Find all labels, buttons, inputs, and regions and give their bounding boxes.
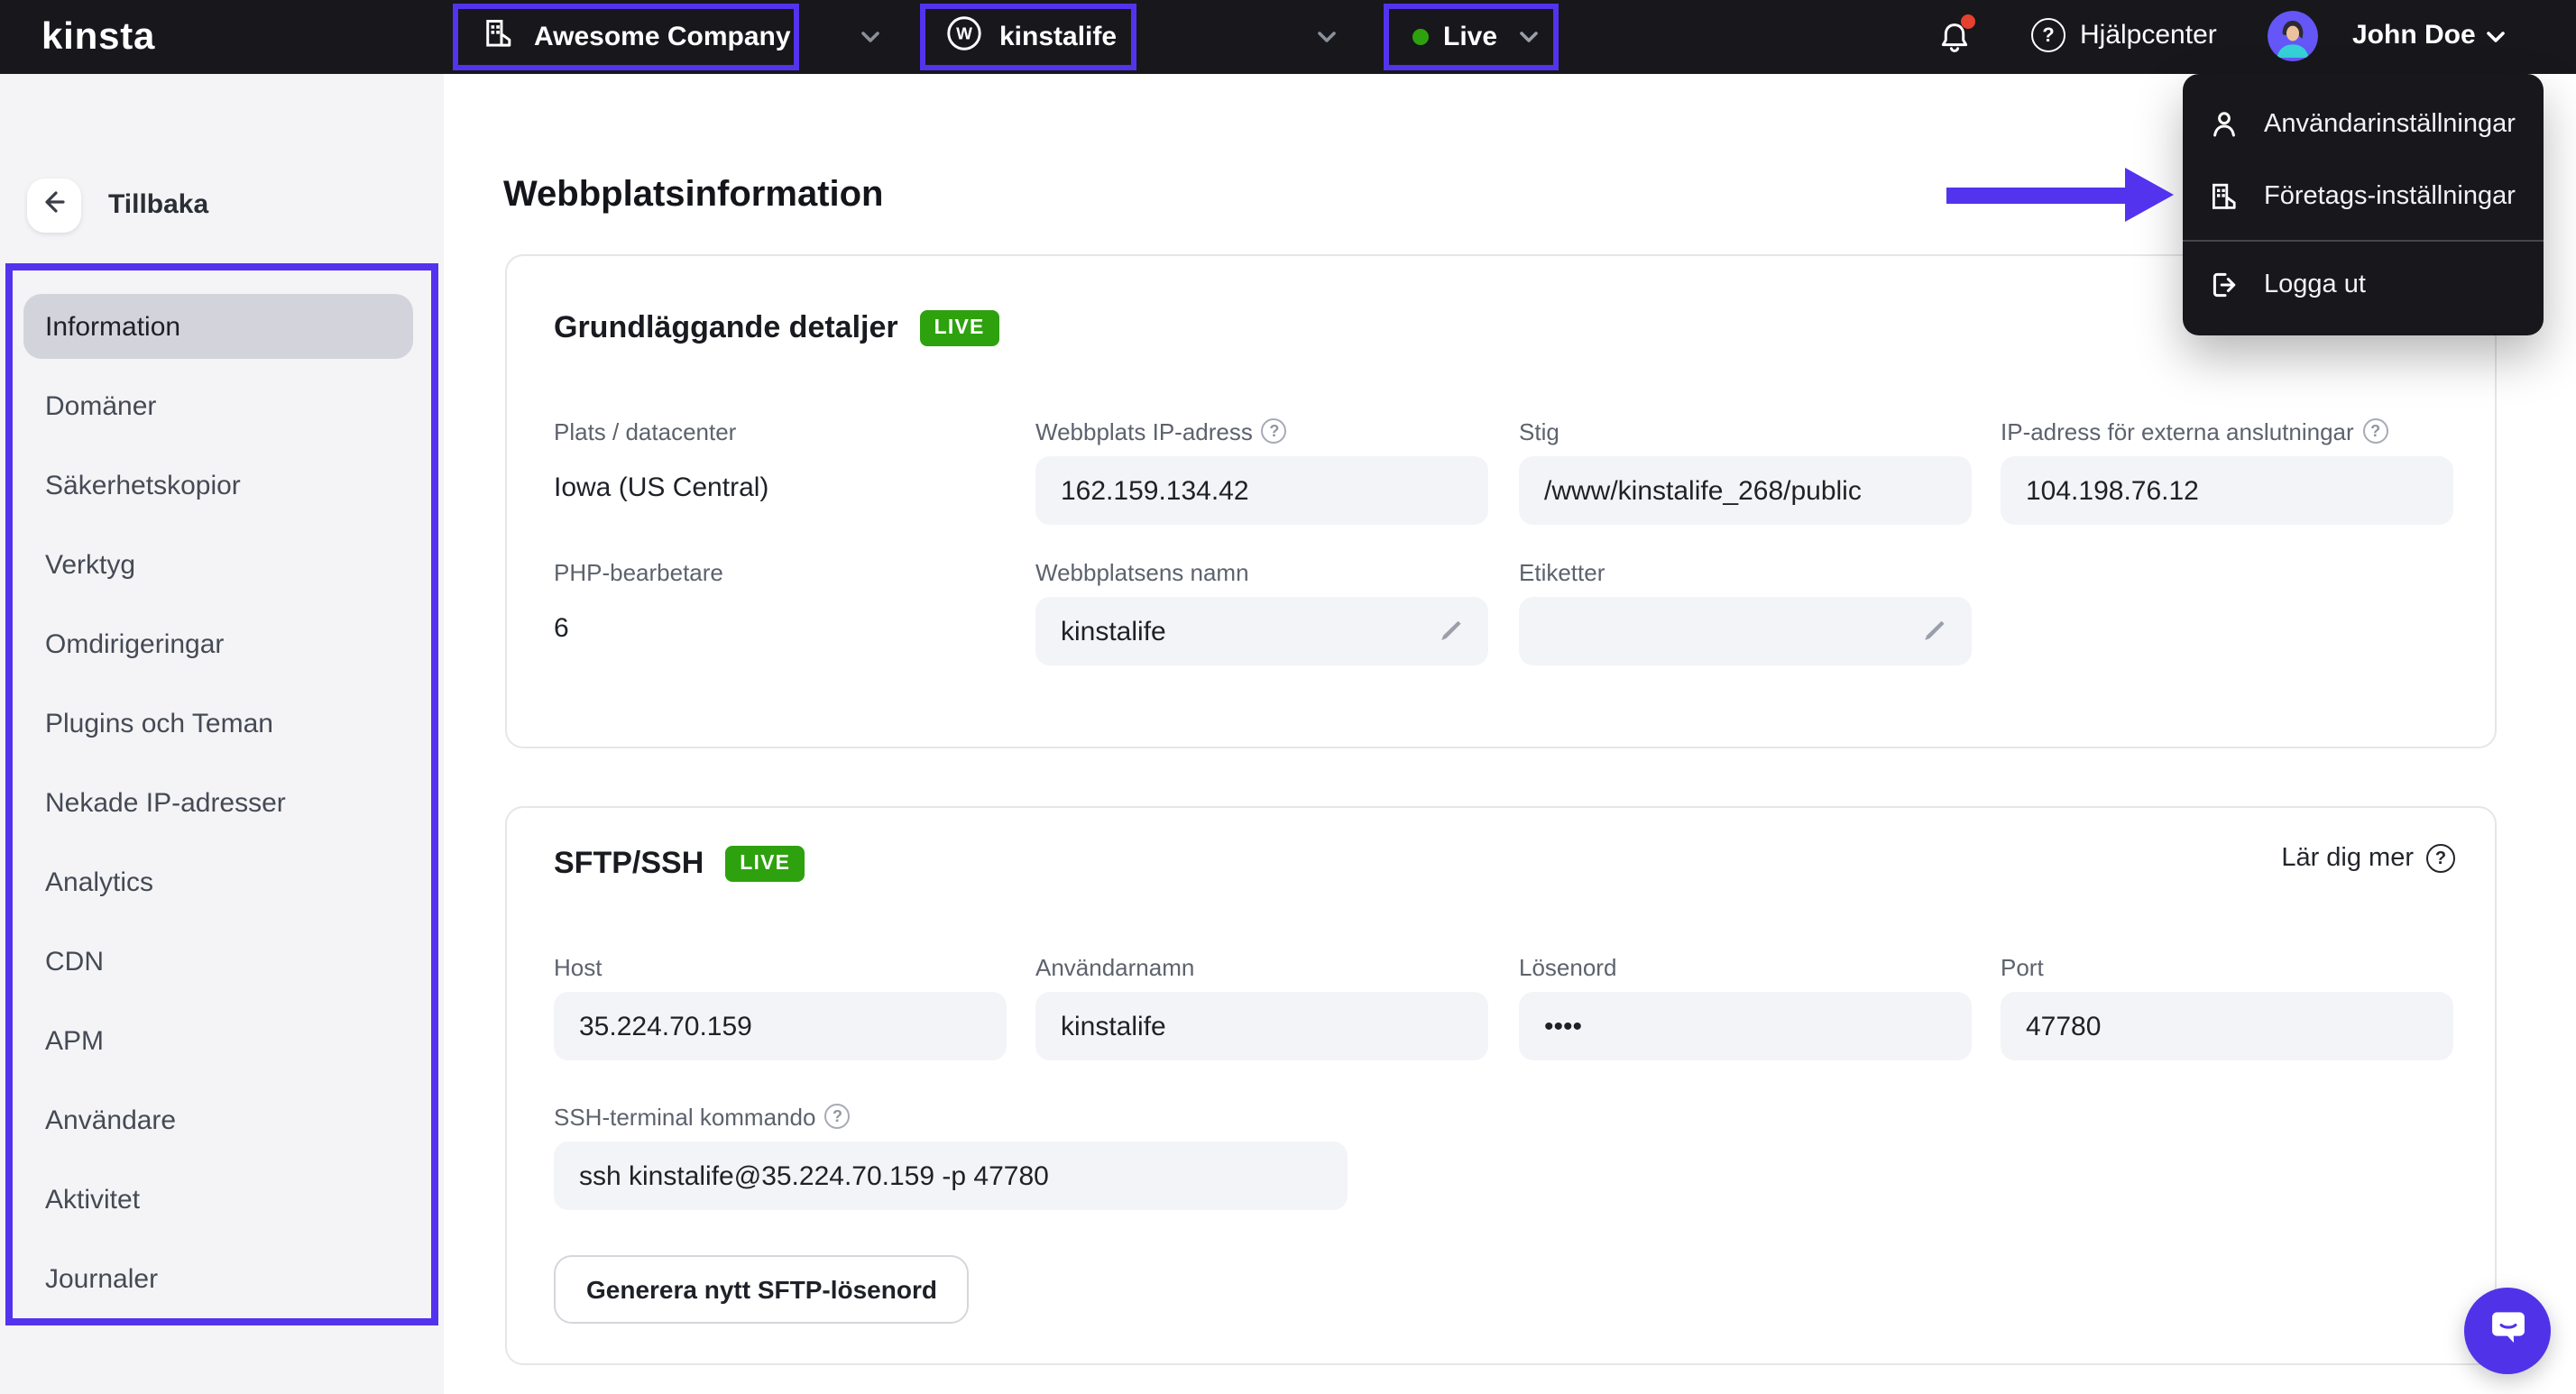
back-label: Tillbaka [108,189,208,220]
menu-item-label: Logga ut [2264,271,2366,299]
avatar[interactable] [2268,11,2318,61]
question-circle-icon[interactable]: ? [2363,418,2388,444]
sidebar-item-anvandare[interactable]: Användare [23,1087,413,1152]
sidebar-item-nekade-ip-adresser[interactable]: Nekade IP-adresser [23,770,413,835]
username-value: kinstalife [1035,992,1488,1060]
question-circle-icon: ? [2031,18,2065,52]
site-name-value: kinstalife [1061,616,1438,647]
chevron-down-icon[interactable] [860,31,880,43]
sidebar-item-journaler[interactable]: Journaler [23,1246,413,1311]
notification-badge [1961,14,1975,29]
field-label: Etiketter [1519,558,1605,585]
ssh-command-value: ssh kinstalife@35.224.70.159 -p 47780 [554,1142,1348,1210]
field-label: Lösenord [1519,953,1616,980]
question-circle-icon[interactable]: ? [824,1104,850,1129]
path-value: /www/kinstalife_268/public [1519,456,1972,525]
site-selector[interactable]: W kinstalife [920,4,1136,70]
environment-selector[interactable]: Live [1384,4,1559,70]
question-circle-icon[interactable]: ? [1262,418,1287,444]
notifications-button[interactable] [1937,20,1977,56]
app-window: Kinsta Awesome Company W kinstalife Live [0,0,2576,1394]
svg-text:W: W [956,24,972,43]
chevron-down-icon [1519,31,1539,43]
chevron-down-icon[interactable] [2486,31,2506,43]
field-label: Webbplats IP-adress [1035,417,1253,445]
menu-item-logout[interactable]: Logga ut [2183,249,2544,321]
status-dot [1412,29,1429,45]
menu-item-label: Användarinställningar [2264,110,2516,139]
external-ip-value: 104.198.76.12 [2001,456,2453,525]
site-selector-label: kinstalife [999,22,1117,52]
kinsta-logo: Kinsta [41,16,155,60]
sidebar-item-plugins-och-teman[interactable]: Plugins och Teman [23,691,413,756]
question-circle-icon: ? [2426,844,2455,873]
card-title: SFTP/SSH [554,846,704,882]
password-value: •••• [1519,992,1972,1060]
learn-more-link[interactable]: Lär dig mer ? [2281,844,2455,873]
sidebar-item-information[interactable]: Information [23,294,413,359]
live-badge: LIVE [920,310,999,346]
menu-item-company-settings[interactable]: Företags-inställningar [2183,160,2544,233]
sidebar-item-cdn[interactable]: CDN [23,929,413,994]
sidebar-item-verktyg[interactable]: Verktyg [23,532,413,597]
field-label: Host [554,953,602,980]
location-value: Iowa (US Central) [554,472,1007,503]
field-label: Port [2001,953,2044,980]
company-selector[interactable]: Awesome Company [453,4,799,70]
sidebar-item-domaner[interactable]: Domäner [23,373,413,438]
user-icon [2208,108,2240,141]
back-arrow-icon [40,187,69,225]
chevron-down-icon[interactable] [1317,31,1337,43]
user-name[interactable]: John Doe [2352,20,2476,50]
annotation-arrow [1946,188,2125,204]
bell-icon [1937,32,1972,63]
labels-field[interactable] [1519,597,1972,665]
pencil-icon[interactable] [1921,619,1946,644]
field-label: SSH-terminal kommando [554,1103,815,1130]
field-label: Webbplatsens namn [1035,558,1249,585]
site-name-field[interactable]: kinstalife [1035,597,1488,665]
field-label: Stig [1519,417,1559,445]
menu-item-label: Företags-inställningar [2264,182,2516,211]
sidebar-item-apm[interactable]: APM [23,1008,413,1073]
help-center-label: Hjälpcenter [2080,20,2217,50]
site-ip-value: 162.159.134.42 [1035,456,1488,525]
back-button[interactable] [27,179,81,233]
sidebar-item-analytics[interactable]: Analytics [23,849,413,914]
chat-bubble-icon [2485,1304,2530,1358]
sidebar-item-sakerhetskopior[interactable]: Säkerhetskopior [23,453,413,518]
sidebar-item-omdirigeringar[interactable]: Omdirigeringar [23,611,413,676]
top-bar: Kinsta Awesome Company W kinstalife Live [0,0,2576,74]
company-selector-label: Awesome Company [534,22,791,52]
card-title: Grundläggande detaljer [554,310,898,346]
annotation-arrow-head [2125,168,2174,222]
field-label: IP-adress för externa anslutningar [2001,417,2354,445]
sidebar-item-aktivitet[interactable]: Aktivitet [23,1167,413,1232]
generate-sftp-password-button[interactable]: Generera nytt SFTP-lösenord [554,1255,970,1324]
menu-divider [2183,240,2544,242]
environment-selector-label: Live [1443,22,1497,52]
live-badge: LIVE [725,846,805,882]
sidebar: Tillbaka Information Domäner Säkerhetsko… [0,74,444,1394]
field-label: Användarnamn [1035,953,1194,980]
wordpress-icon: W [945,14,983,60]
port-value: 47780 [2001,992,2453,1060]
user-menu: Användarinställningar Företags-inställni… [2183,74,2544,335]
php-workers-value: 6 [554,613,1007,644]
host-value: 35.224.70.159 [554,992,1007,1060]
learn-more-label: Lär dig mer [2281,844,2414,873]
sidebar-nav-highlight: Information Domäner Säkerhetskopior Verk… [5,263,438,1325]
field-label: PHP-bearbetare [554,558,723,585]
sftp-ssh-card: SFTP/SSH LIVE Lär dig mer ? Host 35.224.… [505,806,2497,1365]
chat-launcher[interactable] [2464,1288,2551,1374]
menu-item-user-settings[interactable]: Användarinställningar [2183,88,2544,160]
page-title: Webbplatsinformation [503,175,884,216]
building-icon [2208,180,2240,213]
help-center-button[interactable]: ? Hjälpcenter [2031,18,2217,52]
logout-icon [2208,269,2240,301]
pencil-icon[interactable] [1438,619,1463,644]
building-icon [482,15,516,59]
field-label: Plats / datacenter [554,417,736,445]
